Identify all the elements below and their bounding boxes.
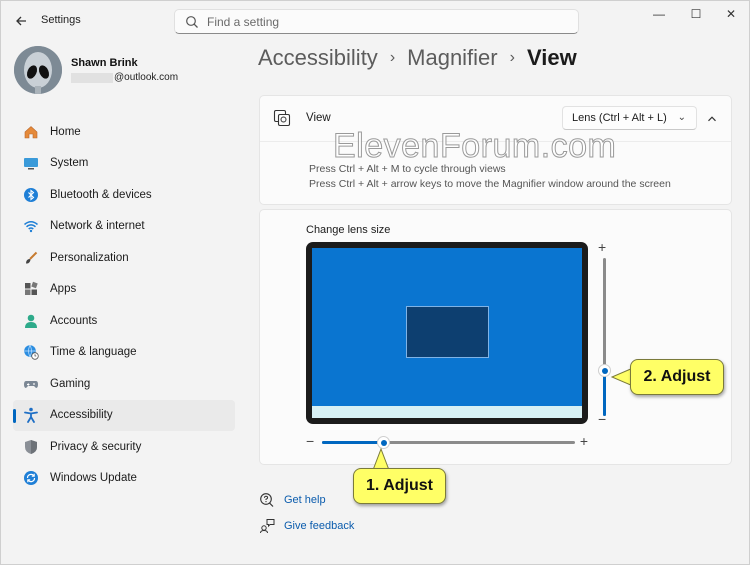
lens-size-card: Change lens size − + + − xyxy=(259,209,732,465)
search-input[interactable] xyxy=(207,14,547,29)
view-setting-label: View xyxy=(306,112,331,124)
chevron-down-icon: ⌄ xyxy=(677,112,686,123)
gamepad-icon xyxy=(22,375,40,393)
view-setting-header[interactable]: View Lens (Ctrl + Alt + L) ⌄ xyxy=(260,96,731,142)
sidebar-item-windows-update[interactable]: Windows Update xyxy=(13,463,235,495)
lens-preview-desktop xyxy=(312,248,582,418)
accounts-icon xyxy=(22,312,40,330)
sidebar-item-label: System xyxy=(50,157,89,170)
lens-width-fill xyxy=(322,441,383,444)
app-title: Settings xyxy=(41,14,81,26)
sidebar-item-network[interactable]: Network & internet xyxy=(13,211,235,243)
get-help-label: Get help xyxy=(284,494,326,506)
give-feedback-link[interactable]: Give feedback xyxy=(259,518,354,534)
callout-2: 2. Adjust xyxy=(630,359,724,395)
sidebar-item-label: Bluetooth & devices xyxy=(50,188,152,201)
wifi-icon xyxy=(22,217,40,235)
accessibility-icon xyxy=(22,406,40,424)
sidebar-item-label: Home xyxy=(50,125,81,138)
sidebar-item-label: Time & language xyxy=(50,346,137,359)
sidebar-item-label: Windows Update xyxy=(50,472,137,485)
sidebar-item-label: Accessibility xyxy=(50,409,113,422)
sidebar-item-time-language[interactable]: Time & language xyxy=(13,337,235,369)
sidebar-item-label: Privacy & security xyxy=(50,440,142,453)
home-icon xyxy=(22,123,40,141)
minimize-button[interactable]: — xyxy=(641,4,677,24)
sidebar-item-label: Network & internet xyxy=(50,220,145,233)
sidebar-item-gaming[interactable]: Gaming xyxy=(13,368,235,400)
profile-email: @outlook.com xyxy=(71,72,178,83)
sidebar-item-bluetooth[interactable]: Bluetooth & devices xyxy=(13,179,235,211)
sidebar-item-home[interactable]: Home xyxy=(13,116,235,148)
sidebar-item-label: Apps xyxy=(50,283,77,296)
lens-width-track[interactable] xyxy=(322,436,575,449)
lens-preview-screen xyxy=(306,242,588,424)
back-button[interactable] xyxy=(11,11,31,31)
brush-icon xyxy=(22,249,40,267)
magnifier-view-icon xyxy=(273,109,291,127)
lens-width-slider[interactable]: − + xyxy=(306,434,588,450)
sidebar-item-apps[interactable]: Apps xyxy=(13,274,235,306)
breadcrumb-separator: › xyxy=(509,49,515,66)
lens-preview-rect xyxy=(406,306,489,358)
lens-size-title: Change lens size xyxy=(306,224,391,236)
get-help-link[interactable]: Get help xyxy=(259,492,326,508)
lens-preview-taskbar xyxy=(312,406,582,418)
minus-icon: − xyxy=(306,433,315,449)
lens-height-slider[interactable]: + − xyxy=(597,240,613,426)
sidebar-item-label: Gaming xyxy=(50,377,91,390)
give-feedback-label: Give feedback xyxy=(284,520,355,532)
chevron-up-icon[interactable] xyxy=(703,110,721,128)
view-hint-move: Press Ctrl + Alt + arrow keys to move th… xyxy=(309,178,671,190)
minus-icon: − xyxy=(598,411,607,427)
breadcrumb-magnifier[interactable]: Magnifier xyxy=(407,45,497,71)
avatar[interactable] xyxy=(14,46,62,94)
bluetooth-icon xyxy=(22,186,40,204)
sidebar-item-label: Accounts xyxy=(50,314,98,327)
view-hint-cycle: Press Ctrl + Alt + M to cycle through vi… xyxy=(309,163,506,175)
sidebar-item-label: Personalization xyxy=(50,251,129,264)
apps-icon xyxy=(22,280,40,298)
breadcrumb-accessibility[interactable]: Accessibility xyxy=(258,45,378,71)
sidebar-item-personalization[interactable]: Personalization xyxy=(13,242,235,274)
page-title: View xyxy=(526,45,577,70)
maximize-button[interactable]: ☐ xyxy=(678,4,714,24)
plus-icon: + xyxy=(579,433,588,449)
back-arrow-icon xyxy=(16,16,26,26)
email-redaction xyxy=(71,72,113,83)
globe-clock-icon xyxy=(22,343,40,361)
callout-1: 1. Adjust xyxy=(353,468,446,504)
feedback-icon xyxy=(259,518,275,534)
sidebar-item-accessibility[interactable]: Accessibility xyxy=(13,399,235,431)
search-icon xyxy=(186,15,198,28)
breadcrumb-separator: › xyxy=(389,49,396,66)
search-box[interactable] xyxy=(174,9,579,34)
close-button[interactable]: ✕ xyxy=(713,4,749,24)
shield-icon xyxy=(22,438,40,456)
profile-name: Shawn Brink xyxy=(71,57,138,69)
plus-icon: + xyxy=(598,239,607,255)
alien-avatar-icon xyxy=(14,46,62,94)
title-bar: Settings — ☐ ✕ xyxy=(1,1,749,41)
breadcrumb: Accessibility › Magnifier › View xyxy=(258,45,577,71)
view-setting-card: View Lens (Ctrl + Alt + L) ⌄ Press Ctrl … xyxy=(259,95,732,205)
profile-email-suffix: @outlook.com xyxy=(114,72,179,83)
update-icon xyxy=(22,469,40,487)
view-mode-dropdown[interactable]: Lens (Ctrl + Alt + L) ⌄ xyxy=(562,106,697,130)
help-icon xyxy=(259,492,275,508)
sidebar-item-system[interactable]: System xyxy=(13,148,235,180)
sidebar-item-accounts[interactable]: Accounts xyxy=(13,305,235,337)
lens-height-track[interactable] xyxy=(598,258,611,416)
sidebar-item-privacy[interactable]: Privacy & security xyxy=(13,431,235,463)
sidebar-nav: Home System Bluetooth & devices Network … xyxy=(13,116,235,494)
view-mode-value: Lens (Ctrl + Alt + L) xyxy=(572,112,667,124)
settings-window: Settings — ☐ ✕ Shawn Brink @outlook.com … xyxy=(0,0,750,565)
system-icon xyxy=(22,154,40,172)
